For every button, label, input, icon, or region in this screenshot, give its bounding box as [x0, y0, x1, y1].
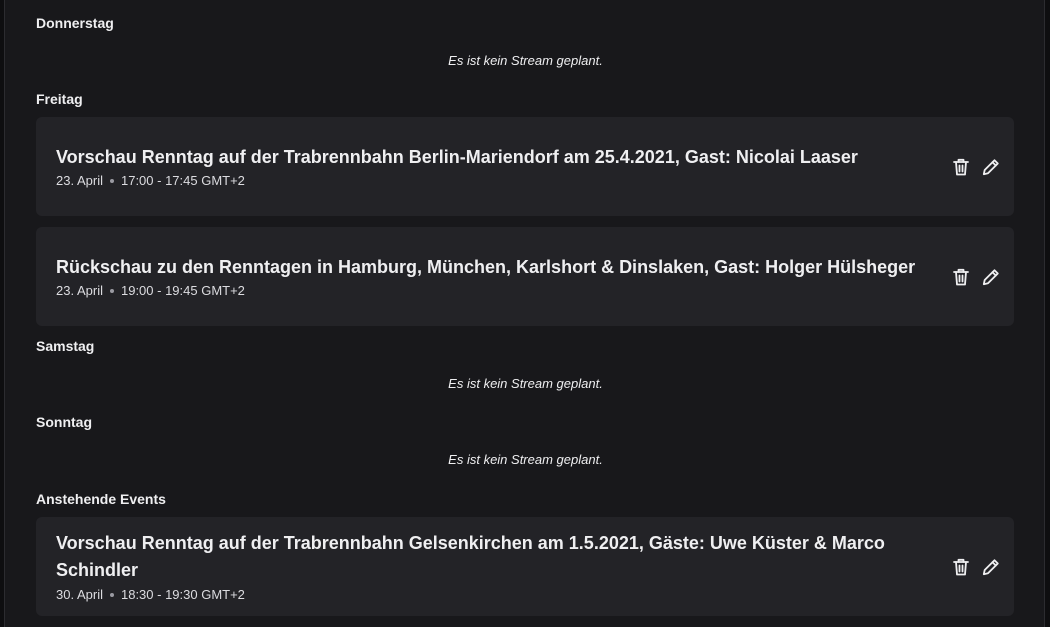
- event-meta: 23. April 19:00 - 19:45 GMT+2: [56, 283, 245, 298]
- separator-dot: [109, 592, 114, 597]
- day-heading-saturday: Samstag: [36, 338, 95, 354]
- event-meta: 30. April 18:30 - 19:30 GMT+2: [56, 587, 245, 602]
- empty-schedule-note: Es ist kein Stream geplant.: [448, 53, 603, 68]
- empty-schedule-note: Es ist kein Stream geplant.: [448, 376, 603, 391]
- event-meta: 23. April 17:00 - 17:45 GMT+2: [56, 173, 245, 188]
- separator-dot: [109, 178, 114, 183]
- event-actions: [952, 558, 1000, 576]
- upcoming-events-heading: Anstehende Events: [36, 491, 166, 507]
- event-actions: [952, 268, 1000, 286]
- pencil-icon[interactable]: [982, 558, 1000, 576]
- day-heading-friday: Freitag: [36, 91, 83, 107]
- day-heading-thursday: Donnerstag: [36, 15, 114, 31]
- trash-icon[interactable]: [952, 158, 970, 176]
- event-title: Vorschau Renntag auf der Trabrennbahn Be…: [56, 147, 858, 167]
- event-card: Vorschau Renntag auf der Trabrennbahn Ge…: [36, 517, 1014, 616]
- event-date: 23. April: [56, 173, 103, 188]
- trash-icon[interactable]: [952, 558, 970, 576]
- event-card: Vorschau Renntag auf der Trabrennbahn Be…: [36, 117, 1014, 216]
- event-actions: [952, 158, 1000, 176]
- event-time: 19:00 - 19:45 GMT+2: [120, 283, 245, 298]
- separator-dot: [109, 288, 114, 293]
- event-title: Rückschau zu den Renntagen in Hamburg, M…: [56, 257, 916, 277]
- schedule-panel: Donnerstag Es ist kein Stream geplant. F…: [4, 0, 1045, 627]
- event-time: 18:30 - 19:30 GMT+2: [120, 587, 245, 602]
- event-time: 17:00 - 17:45 GMT+2: [120, 173, 245, 188]
- pencil-icon[interactable]: [982, 158, 1000, 176]
- event-title: Vorschau Renntag auf der Trabrennbahn Ge…: [56, 533, 885, 580]
- pencil-icon[interactable]: [982, 268, 1000, 286]
- day-heading-sunday: Sonntag: [36, 414, 92, 430]
- event-card: Rückschau zu den Renntagen in Hamburg, M…: [36, 227, 1014, 326]
- event-date: 23. April: [56, 283, 103, 298]
- event-date: 30. April: [56, 587, 103, 602]
- trash-icon[interactable]: [952, 268, 970, 286]
- empty-schedule-note: Es ist kein Stream geplant.: [448, 452, 603, 467]
